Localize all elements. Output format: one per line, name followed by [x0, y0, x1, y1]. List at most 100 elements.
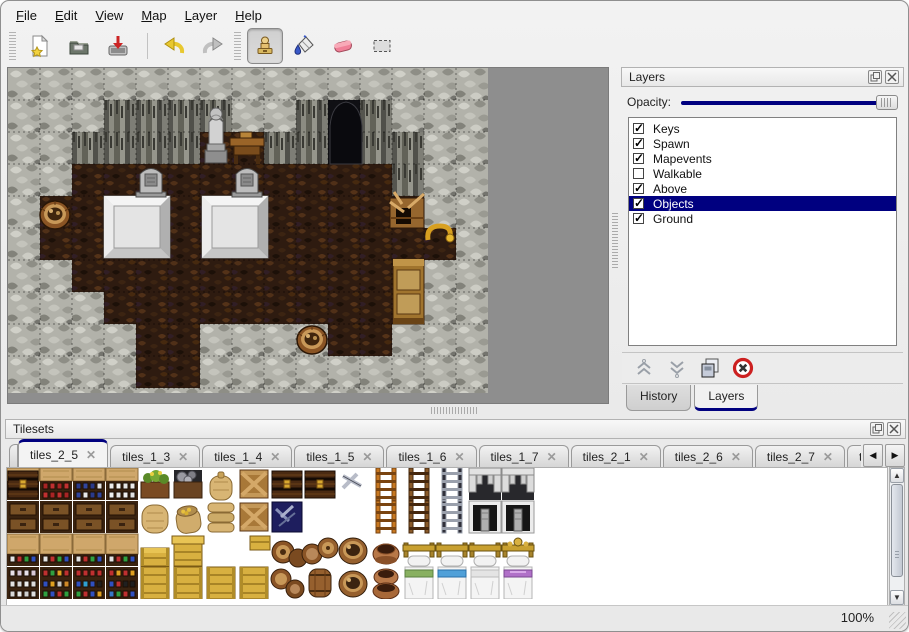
tileset-tab-tiles_2_7[interactable]: tiles_2_7 ✕ — [755, 445, 845, 467]
layer-name: Keys — [653, 122, 680, 136]
tileset-tab-partial[interactable] — [9, 444, 18, 467]
tilesets-dock-header: Tilesets — [5, 419, 906, 439]
opacity-label: Opacity: — [627, 95, 671, 109]
layer-checkbox[interactable] — [633, 168, 644, 179]
scroll-up-icon[interactable]: ▲ — [890, 468, 904, 483]
tileset-tab-label: tiles_2_7 — [767, 450, 815, 464]
close-tab-icon[interactable]: ✕ — [547, 451, 557, 463]
tileset-tab-tiles_1_5[interactable]: tiles_1_5 ✕ — [294, 445, 384, 467]
tab-scroll-right-icon[interactable]: ▶ — [885, 444, 905, 467]
toolbar-drag-handle[interactable] — [9, 32, 16, 60]
layer-row-keys[interactable]: Keys — [629, 121, 896, 136]
layer-row-ground[interactable]: Ground — [629, 211, 896, 226]
toolbar-separator — [147, 33, 148, 59]
tileset-tab-label: tiles_1_4 — [214, 450, 262, 464]
close-tab-icon[interactable]: ✕ — [270, 451, 280, 463]
menu-edit[interactable]: Edit — [46, 5, 86, 26]
redo-icon — [201, 34, 225, 58]
fill-tool-button[interactable] — [286, 28, 322, 64]
tileset-scrollbar[interactable]: ▲ ▼ — [889, 467, 905, 606]
tileset-tab-tiles_2[interactable]: tiles_2✕ — [847, 445, 861, 467]
main-toolbar — [1, 27, 908, 65]
redo-button[interactable] — [195, 28, 231, 64]
toolbar-drag-handle[interactable] — [234, 32, 241, 60]
tileset-tab-tiles_1_7[interactable]: tiles_1_7✕ — [479, 445, 569, 467]
layer-row-above[interactable]: Above — [629, 181, 896, 196]
layer-name: Spawn — [653, 137, 690, 151]
layers-dock-title: Layers — [626, 70, 865, 84]
tileset-tab-tiles_2_1[interactable]: tiles_2_1✕ — [571, 445, 661, 467]
eraser-tool-button[interactable] — [325, 28, 361, 64]
fill-tool-icon — [292, 34, 316, 58]
layer-row-walkable[interactable]: Walkable — [629, 166, 896, 181]
tileset-tab-tiles_1_6[interactable]: tiles_1_6✕ — [386, 445, 476, 467]
menu-help[interactable]: Help — [226, 5, 271, 26]
layers-dock-header: Layers — [621, 67, 904, 87]
select-tool-button[interactable] — [364, 28, 400, 64]
tileset-tab-label: tiles_1_5 — [306, 450, 354, 464]
close-panel-icon[interactable] — [885, 70, 899, 84]
close-tab-icon[interactable]: ✕ — [86, 449, 96, 461]
menu-file[interactable]: File — [7, 5, 46, 26]
save-icon — [106, 34, 130, 58]
vertical-splitter[interactable] — [611, 67, 620, 404]
menu-view[interactable]: View — [86, 5, 132, 26]
close-tab-icon[interactable]: ✕ — [823, 451, 833, 463]
opacity-slider-handle[interactable] — [876, 95, 898, 110]
new-file-icon — [28, 34, 52, 58]
open-icon — [67, 34, 91, 58]
close-panel-icon[interactable] — [887, 422, 901, 436]
opacity-slider[interactable] — [681, 95, 898, 110]
status-bar: 100% — [1, 605, 908, 631]
layer-row-objects[interactable]: Objects — [629, 196, 896, 211]
float-panel-icon[interactable] — [870, 422, 884, 436]
new-file-button[interactable] — [22, 28, 58, 64]
move-down-layer-button[interactable] — [665, 356, 689, 380]
resize-grip[interactable] — [889, 612, 906, 629]
opacity-row: Opacity: — [627, 93, 898, 111]
tileset-tab-tiles_1_3[interactable]: tiles_1_3 ✕ — [110, 445, 200, 467]
tab-history[interactable]: History — [626, 385, 691, 411]
layer-toolbar — [622, 352, 903, 384]
tileset-render — [7, 468, 569, 599]
scroll-down-icon[interactable]: ▼ — [890, 590, 904, 605]
tilesets-dock: Tilesets tiles_2_5✕tiles_1_3✕tiles_1_4✕t… — [5, 419, 906, 608]
close-tab-icon[interactable]: ✕ — [454, 451, 464, 463]
save-button[interactable] — [100, 28, 136, 64]
layer-checkbox[interactable] — [633, 213, 644, 224]
map-canvas[interactable] — [7, 67, 609, 404]
stamp-tool-button[interactable] — [247, 28, 283, 64]
close-tab-icon[interactable]: ✕ — [178, 451, 188, 463]
zoom-level: 100% — [841, 610, 874, 625]
layer-checkbox[interactable] — [633, 183, 644, 194]
tileset-content[interactable] — [6, 467, 888, 606]
tab-layers[interactable]: Layers — [694, 385, 758, 411]
tileset-tab-tiles_1_4[interactable]: tiles_1_4 ✕ — [202, 445, 292, 467]
layer-row-mapevents[interactable]: Mapevents — [629, 151, 896, 166]
tileset-tab-tiles_2_6[interactable]: tiles_2_6✕ — [663, 445, 753, 467]
tilesets-dock-title: Tilesets — [10, 422, 867, 436]
menu-layer[interactable]: Layer — [176, 5, 227, 26]
tileset-tab-tiles_2_5[interactable]: tiles_2_5✕ — [18, 439, 108, 467]
layer-checkbox[interactable] — [633, 123, 644, 134]
close-tab-icon[interactable]: ✕ — [362, 451, 372, 463]
close-tab-icon[interactable]: ✕ — [639, 451, 649, 463]
close-tab-icon[interactable]: ✕ — [731, 451, 741, 463]
layer-checkbox[interactable] — [633, 153, 644, 164]
horizontal-splitter[interactable] — [431, 407, 477, 414]
tileset-tab-label: tiles_1_3 — [122, 450, 170, 464]
open-button[interactable] — [61, 28, 97, 64]
layer-row-spawn[interactable]: Spawn — [629, 136, 896, 151]
float-panel-icon[interactable] — [868, 70, 882, 84]
delete-layer-button[interactable] — [731, 356, 755, 380]
undo-button[interactable] — [156, 28, 192, 64]
layers-dock: Layers Opacity: KeysSpawnMapeventsWalkab… — [621, 67, 904, 413]
menu-map[interactable]: Map — [132, 5, 175, 26]
duplicate-layer-button[interactable] — [698, 356, 722, 380]
move-up-layer-button[interactable] — [632, 356, 656, 380]
tab-scroll-left-icon[interactable]: ◀ — [863, 444, 883, 467]
scrollbar-thumb[interactable] — [891, 484, 903, 577]
layer-checkbox[interactable] — [633, 198, 644, 209]
eraser-tool-icon — [331, 34, 355, 58]
layer-checkbox[interactable] — [633, 138, 644, 149]
